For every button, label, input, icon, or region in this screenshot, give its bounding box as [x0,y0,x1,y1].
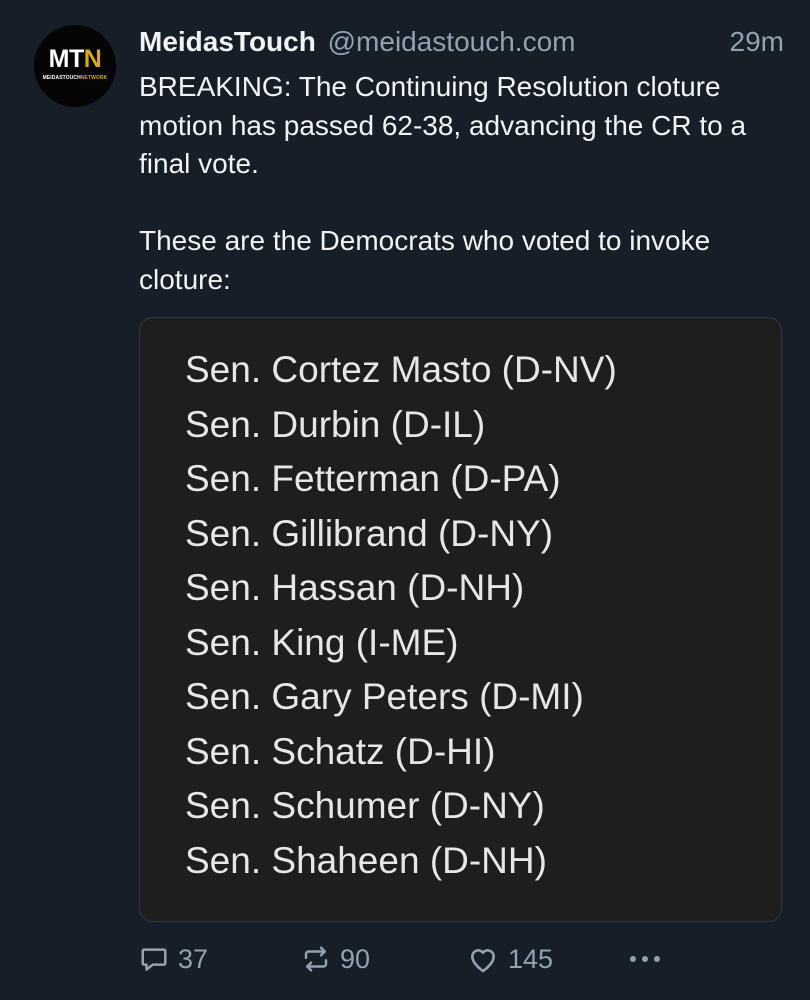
list-item: Sen. Durbin (D-IL) [185,403,486,445]
avatar[interactable]: MTN MEIDASTOUCHNETWORK [34,25,116,107]
list-item: Sen. Cortez Masto (D-NV) [185,349,617,390]
list-item: Sen. Fetterman (D-PA) [185,458,561,499]
list-item: Sen. Gillibrand (D-NY) [185,512,554,554]
list-item: Sen. Hassan (D-NH) [185,567,525,608]
more-icon [625,944,665,974]
more-options-button[interactable] [625,940,665,978]
list-item: Sen. Shaheen (D-NH) [185,839,547,881]
post-header: MeidasTouch @meidastouch.com 29m [139,24,784,60]
like-count: 145 [508,943,554,974]
action-bar: 37 90 145 [139,940,780,978]
repost-count: 90 [340,943,371,974]
timestamp[interactable]: 29m [730,24,784,60]
handle[interactable]: @meidastouch.com [328,26,576,57]
heart-icon [467,944,499,974]
repost-button[interactable]: 90 [301,940,370,978]
avatar-logo: MTN [48,45,102,73]
post-paragraph: BREAKING: The Continuing Resolution clot… [139,71,747,179]
post-paragraph: These are the Democrats who voted to inv… [139,225,711,295]
display-name[interactable]: MeidasTouch [139,26,316,57]
avatar-logo-subtitle: MEIDASTOUCHNETWORK [42,75,108,81]
list-item: Sen. King (I-ME) [185,621,459,663]
list-item: Sen. Schumer (D-NY) [185,785,545,826]
reply-count: 37 [178,943,209,974]
reply-icon [139,944,169,974]
list-item: Sen. Gary Peters (D-MI) [185,676,584,717]
repost-icon [301,944,331,974]
list-item: Sen. Schatz (D-HI) [185,730,496,772]
reply-button[interactable]: 37 [139,940,208,978]
senator-list: Sen. Cortez Masto (D-NV) Sen. Durbin (D-… [185,343,617,888]
image-embed[interactable]: Sen. Cortez Masto (D-NV) Sen. Durbin (D-… [139,317,782,922]
post: MTN MEIDASTOUCHNETWORK MeidasTouch @meid… [0,0,810,1000]
post-text: BREAKING: The Continuing Resolution clot… [139,68,789,299]
like-button[interactable]: 145 [467,940,553,978]
